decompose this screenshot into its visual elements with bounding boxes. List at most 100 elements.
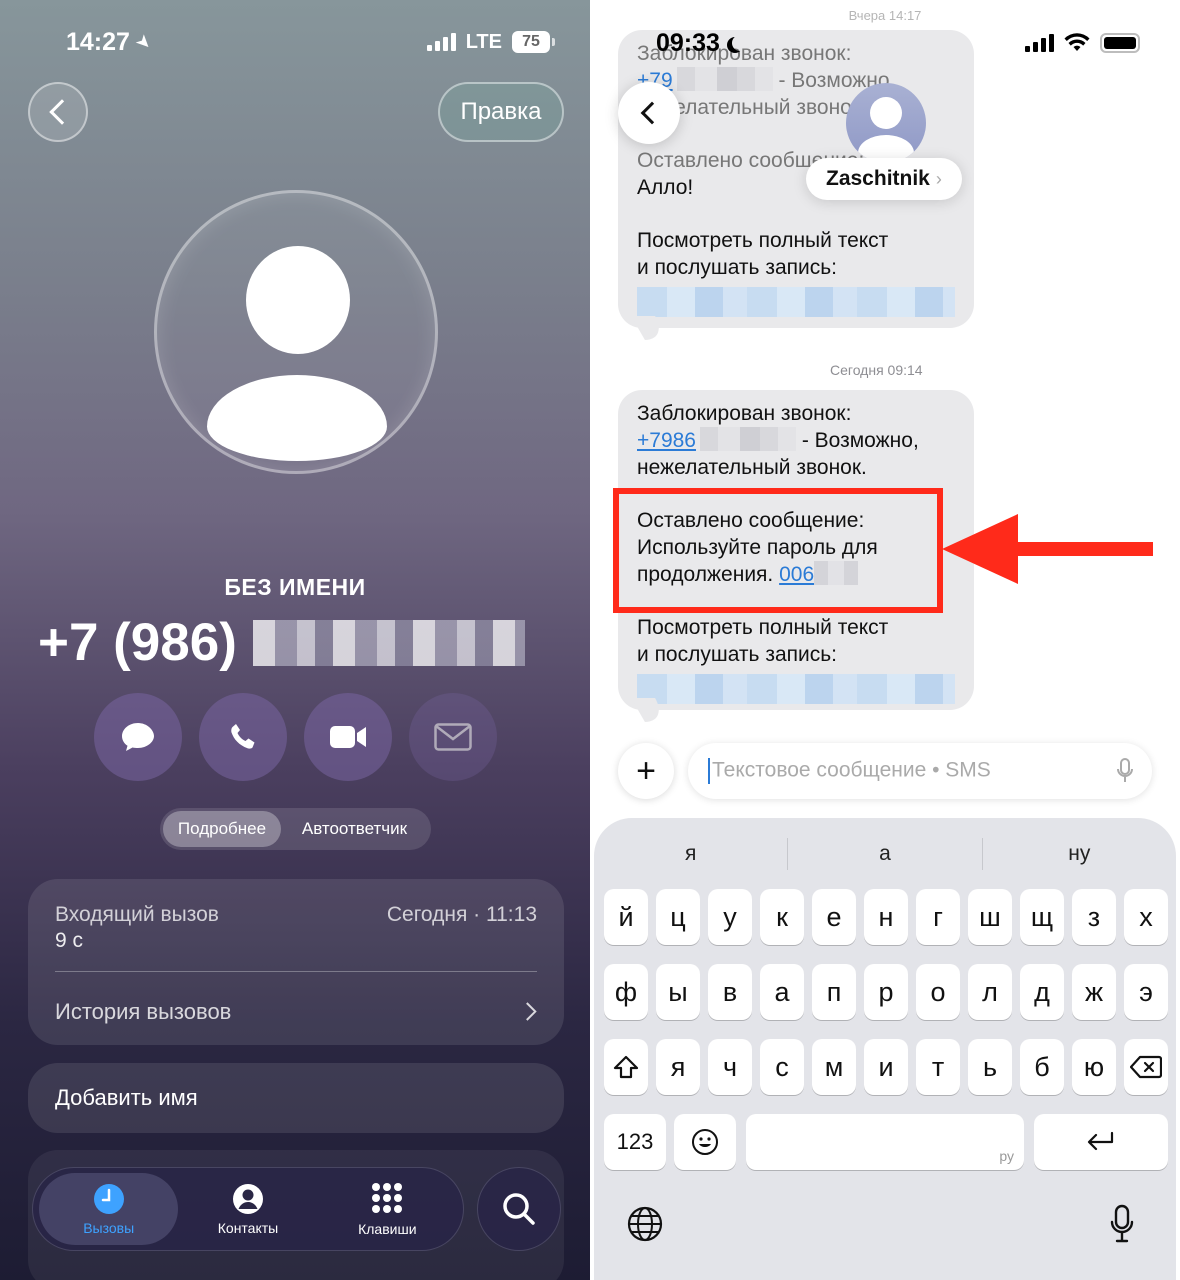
message-input[interactable]: Текстовое сообщение • SMS	[688, 743, 1152, 799]
message-bubble-icon	[122, 723, 154, 751]
suggestion[interactable]: ну	[981, 838, 1176, 870]
shift-key[interactable]	[604, 1039, 648, 1095]
key[interactable]: в	[708, 964, 752, 1020]
battery-icon: 75	[512, 31, 555, 53]
key[interactable]: н	[864, 889, 908, 945]
key[interactable]: ю	[1072, 1039, 1116, 1095]
chevron-left-icon	[48, 99, 75, 125]
battery-icon	[1100, 33, 1140, 53]
key[interactable]: у	[708, 889, 752, 945]
key[interactable]: г	[916, 889, 960, 945]
call-duration: 9 с	[55, 929, 84, 952]
key[interactable]: з	[1072, 889, 1116, 945]
key[interactable]: ц	[656, 889, 700, 945]
network-type: LTE	[465, 30, 502, 53]
microphone-icon[interactable]	[1116, 757, 1134, 785]
chevron-left-icon	[640, 101, 664, 125]
add-name-button[interactable]: Добавить имя	[28, 1063, 564, 1133]
key[interactable]: а	[760, 964, 804, 1020]
key[interactable]: к	[760, 889, 804, 945]
back-button[interactable]	[618, 82, 680, 144]
chevron-right-icon	[518, 1002, 537, 1021]
message-timestamp: Сегодня 09:14	[830, 362, 923, 378]
cellular-signal-icon	[426, 33, 456, 51]
search-button[interactable]	[477, 1167, 561, 1251]
shift-icon	[613, 1055, 639, 1079]
globe-icon[interactable]	[627, 1206, 663, 1242]
tab-details[interactable]: Подробнее	[163, 811, 281, 847]
arrow-icon	[942, 514, 1018, 584]
redacted-number	[252, 619, 525, 666]
back-button[interactable]	[28, 82, 88, 142]
video-call-button[interactable]	[304, 693, 392, 781]
key[interactable]: ы	[656, 964, 700, 1020]
key[interactable]: щ	[1020, 889, 1064, 945]
person-silhouette-icon	[246, 246, 350, 354]
arrow-shaft	[1013, 542, 1153, 556]
space-key[interactable]: ру	[746, 1114, 1024, 1170]
call-history-row[interactable]: История вызовов	[55, 999, 537, 1025]
key[interactable]: ш	[968, 889, 1012, 945]
key[interactable]: ь	[968, 1039, 1012, 1095]
tab-keypad[interactable]: Клавиши	[318, 1173, 457, 1245]
keyboard: я а ну й ц у к е н г ш щ з х ф ы в а п р…	[594, 818, 1176, 1280]
key[interactable]: й	[604, 889, 648, 945]
envelope-icon	[434, 723, 472, 751]
contact-actions	[94, 693, 497, 781]
key[interactable]: е	[812, 889, 856, 945]
redacted-link[interactable]	[637, 674, 955, 704]
contact-avatar[interactable]	[846, 83, 926, 163]
numbers-key[interactable]: 123	[604, 1114, 666, 1170]
suggestion[interactable]: я	[594, 838, 787, 870]
cellular-signal-icon	[1025, 34, 1054, 52]
key[interactable]: с	[760, 1039, 804, 1095]
call-time: Сегодня · 11:13	[386, 903, 537, 926]
dictation-microphone-icon[interactable]	[1110, 1204, 1134, 1244]
tab-voicemail[interactable]: Автоответчик	[281, 811, 428, 847]
moon-icon	[732, 35, 748, 51]
key[interactable]: ч	[708, 1039, 752, 1095]
key[interactable]: т	[916, 1039, 960, 1095]
mail-button[interactable]	[409, 693, 497, 781]
key[interactable]: б	[1020, 1039, 1064, 1095]
edit-button[interactable]: Правка	[438, 82, 564, 142]
suggestion[interactable]: а	[787, 838, 981, 870]
key[interactable]: д	[1020, 964, 1064, 1020]
key[interactable]: ф	[604, 964, 648, 1020]
clock-icon	[93, 1183, 124, 1214]
bottom-tab-bar: Вызовы Контакты Клавиши	[32, 1167, 464, 1251]
redacted-number	[676, 67, 773, 91]
tab-contacts[interactable]: Контакты	[178, 1173, 317, 1245]
messages-panel: Вчера 14:17 Заблокирован звонок: +79 - В…	[590, 0, 1180, 1280]
key[interactable]: о	[916, 964, 960, 1020]
key[interactable]: м	[812, 1039, 856, 1095]
return-icon	[1087, 1131, 1114, 1151]
message-button[interactable]	[94, 693, 182, 781]
tab-calls[interactable]: Вызовы	[39, 1173, 179, 1245]
backspace-key[interactable]	[1124, 1039, 1168, 1095]
key[interactable]: я	[656, 1039, 700, 1095]
person-icon	[232, 1183, 263, 1214]
key[interactable]: л	[968, 964, 1012, 1020]
key[interactable]: и	[864, 1039, 908, 1095]
contact-name-pill[interactable]: Zaschitnik ›	[806, 158, 962, 200]
key[interactable]: п	[812, 964, 856, 1020]
contact-name: БЕЗ ИМЕНИ	[224, 574, 366, 600]
details-segmented-control: Подробнее Автоответчик	[160, 808, 431, 850]
call-button[interactable]	[199, 693, 287, 781]
key[interactable]: ж	[1072, 964, 1116, 1020]
redacted-link[interactable]	[637, 287, 955, 317]
emoji-key[interactable]	[674, 1114, 736, 1170]
status-bar: 09:33	[656, 28, 1140, 58]
attach-plus-button[interactable]: +	[618, 743, 674, 799]
key[interactable]: р	[864, 964, 908, 1020]
return-key[interactable]	[1034, 1114, 1168, 1170]
phone-link[interactable]: +7986	[637, 429, 696, 452]
key[interactable]: э	[1124, 964, 1168, 1020]
chevron-right-icon: ›	[935, 168, 942, 189]
top-timestamp: Вчера 14:17	[848, 8, 922, 23]
backspace-icon	[1130, 1055, 1162, 1079]
key[interactable]: х	[1124, 889, 1168, 945]
predictive-bar: я а ну	[594, 838, 1176, 870]
phone-contact-panel: 14:27 ➤ LTE 75 Правка БЕЗ ИМЕНИ +7 (986)	[0, 0, 590, 1280]
